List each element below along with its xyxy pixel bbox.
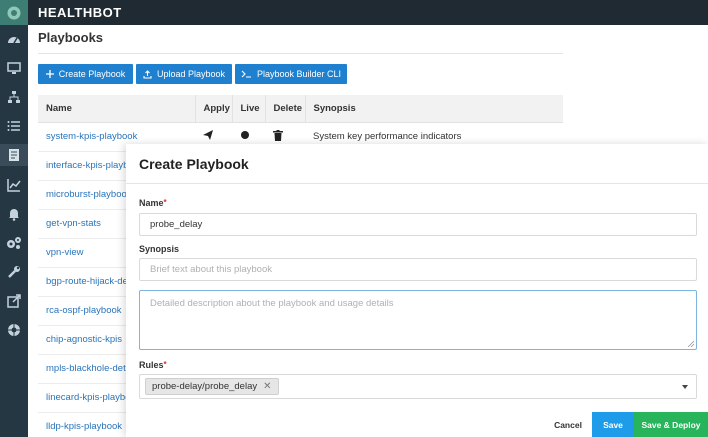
external-link-icon[interactable] xyxy=(6,293,22,309)
required-marker: * xyxy=(163,198,167,207)
upload-playbook-label: Upload Playbook xyxy=(156,69,226,79)
name-label: Name* xyxy=(139,198,167,208)
rules-label: Rules* xyxy=(139,360,167,370)
remove-tag-icon[interactable]: ✕ xyxy=(263,381,271,392)
description-textarea[interactable]: Detailed description about the playbook … xyxy=(139,290,697,350)
brand-name: HEALTHBOT xyxy=(38,5,122,20)
trash-icon[interactable] xyxy=(273,129,283,141)
list-icon[interactable] xyxy=(6,118,22,134)
column-header-live: Live xyxy=(232,95,266,123)
table-header-row: Name Apply Live Delete Synopsis xyxy=(38,95,563,123)
terminal-icon xyxy=(241,70,251,78)
resize-handle-icon[interactable] xyxy=(687,340,694,347)
upload-icon xyxy=(143,69,152,79)
playbook-icon[interactable] xyxy=(0,144,28,166)
monitor-icon[interactable] xyxy=(6,60,22,76)
create-playbook-modal: Create Playbook Name* probe_delay Synops… xyxy=(126,144,708,437)
cancel-button[interactable]: Cancel xyxy=(548,412,588,437)
logo-icon xyxy=(7,6,21,19)
column-header-name[interactable]: Name xyxy=(38,95,196,123)
chevron-down-icon[interactable] xyxy=(682,385,688,389)
wrench-icon[interactable] xyxy=(6,264,22,280)
rules-select[interactable]: probe-delay/probe_delay ✕ xyxy=(139,374,697,399)
topology-icon[interactable] xyxy=(6,89,22,105)
save-and-deploy-button[interactable]: Save & Deploy xyxy=(634,412,708,437)
synopsis-input[interactable]: Brief text about this playbook xyxy=(139,258,697,281)
help-icon[interactable] xyxy=(6,322,22,338)
page-title: Playbooks xyxy=(38,30,104,45)
modal-title: Create Playbook xyxy=(126,144,708,184)
divider xyxy=(38,53,563,54)
create-playbook-button[interactable]: Create Playbook xyxy=(38,64,133,84)
playbook-builder-cli-button[interactable]: Playbook Builder CLI xyxy=(235,64,347,84)
required-marker: * xyxy=(163,360,167,369)
description-placeholder: Detailed description about the playbook … xyxy=(150,298,394,309)
upload-playbook-button[interactable]: Upload Playbook xyxy=(136,64,232,84)
sidebar xyxy=(0,25,28,437)
live-status-icon xyxy=(241,131,249,139)
rule-tag: probe-delay/probe_delay ✕ xyxy=(145,378,279,395)
bell-icon[interactable] xyxy=(6,206,22,222)
chart-icon[interactable] xyxy=(6,177,22,193)
synopsis-label: Synopsis xyxy=(139,244,180,254)
name-field[interactable]: probe_delay xyxy=(139,213,697,236)
send-icon[interactable] xyxy=(203,130,213,140)
save-button[interactable]: Save xyxy=(592,412,634,437)
settings-icon[interactable] xyxy=(6,235,22,251)
playbook-builder-cli-label: Playbook Builder CLI xyxy=(256,69,342,79)
rule-tag-label: probe-delay/probe_delay xyxy=(152,381,258,392)
column-header-synopsis[interactable]: Synopsis xyxy=(305,95,563,123)
column-header-apply: Apply xyxy=(195,95,233,123)
column-header-delete: Delete xyxy=(265,95,306,123)
dashboard-icon[interactable] xyxy=(6,32,22,48)
plus-icon xyxy=(45,70,54,78)
top-bar: HEALTHBOT xyxy=(0,0,708,25)
logo[interactable] xyxy=(0,0,28,25)
create-playbook-label: Create Playbook xyxy=(58,69,126,79)
